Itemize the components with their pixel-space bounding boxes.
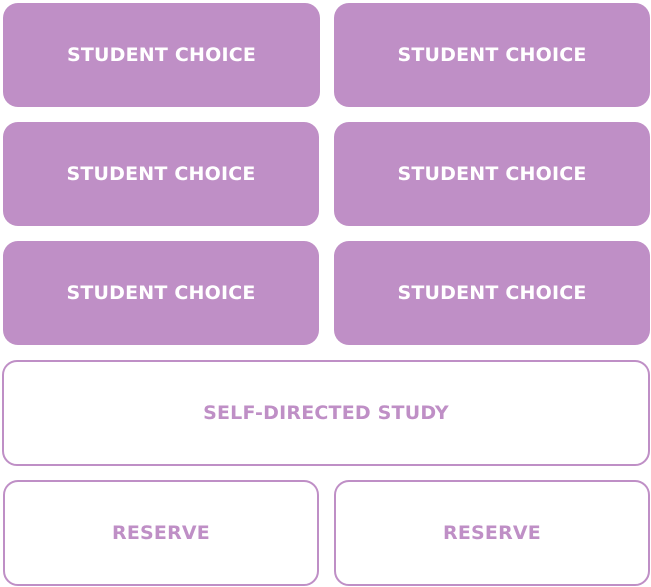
block-label: SELF-DIRECTED STUDY <box>203 402 449 424</box>
reserve-block: RESERVE <box>334 480 650 586</box>
block-label: STUDENT CHOICE <box>66 163 256 185</box>
block-label: RESERVE <box>112 522 210 544</box>
block-label: STUDENT CHOICE <box>66 44 257 66</box>
student-choice-block: STUDENT CHOICE <box>334 3 650 107</box>
student-choice-block: STUDENT CHOICE <box>334 241 650 345</box>
self-directed-study-block: SELF-DIRECTED STUDY <box>2 360 650 466</box>
block-label: RESERVE <box>443 522 541 544</box>
student-choice-block: STUDENT CHOICE <box>3 3 320 107</box>
block-label: STUDENT CHOICE <box>397 282 587 304</box>
student-choice-block: STUDENT CHOICE <box>3 241 319 345</box>
reserve-block: RESERVE <box>3 480 319 586</box>
student-choice-block: STUDENT CHOICE <box>3 122 319 226</box>
student-choice-block: STUDENT CHOICE <box>334 122 650 226</box>
block-label: STUDENT CHOICE <box>397 44 587 66</box>
block-label: STUDENT CHOICE <box>66 282 256 304</box>
block-label: STUDENT CHOICE <box>397 163 587 185</box>
timetable-grid: STUDENT CHOICE STUDENT CHOICE STUDENT CH… <box>0 0 651 587</box>
